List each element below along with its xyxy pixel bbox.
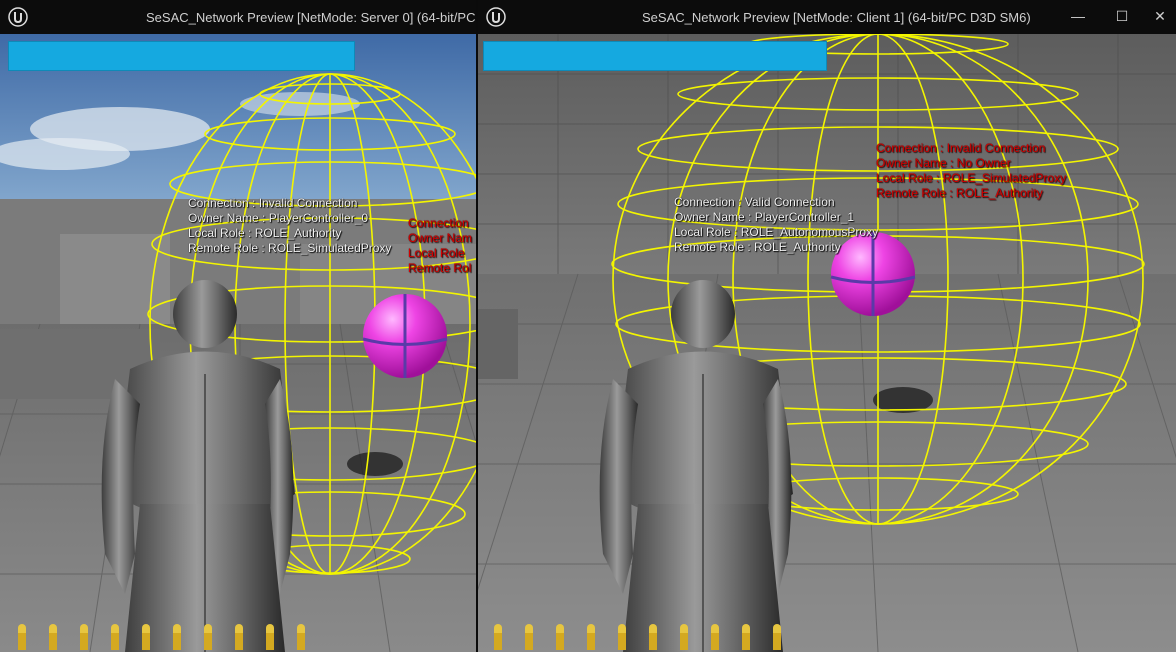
- debug-connection: Connection : Invalid Connection: [188, 196, 358, 210]
- bullet-icon: [586, 624, 596, 650]
- server-preview-window[interactable]: SeSAC_Network Preview [NetMode: Server 0…: [0, 0, 476, 652]
- bullet-icon: [141, 624, 151, 650]
- debug-remote-role: Remote Role : ROLE_Authority: [674, 240, 841, 254]
- bullet-icon: [772, 624, 782, 650]
- client-preview-window[interactable]: SeSAC_Network Preview [NetMode: Client 1…: [478, 0, 1176, 652]
- bullet-icon: [203, 624, 213, 650]
- bullet-icon: [493, 624, 503, 650]
- unreal-logo-icon: [8, 7, 28, 27]
- close-button[interactable]: ✕: [1148, 6, 1172, 26]
- debug-connection: Connection : Invalid Connection: [876, 141, 1046, 155]
- bullet-icon: [524, 624, 534, 650]
- debug-remote-role: Remote Rol: [408, 261, 472, 275]
- back-wall: [478, 34, 1176, 294]
- bullet-icon: [265, 624, 275, 650]
- bullet-icon: [741, 624, 751, 650]
- health-bar: [8, 41, 355, 71]
- window-title: SeSAC_Network Preview [NetMode: Server 0…: [146, 10, 476, 25]
- client-scene: [478, 34, 1176, 652]
- ball-shadow: [347, 452, 403, 476]
- bullet-icon: [48, 624, 58, 650]
- health-bar: [483, 41, 827, 71]
- bullet-icon: [617, 624, 627, 650]
- bullet-icon: [648, 624, 658, 650]
- debug-remote-role: Remote Role : ROLE_Authority: [876, 186, 1043, 200]
- bullet-icon: [110, 624, 120, 650]
- minimize-button[interactable]: —: [1066, 6, 1090, 26]
- bullet-icon: [234, 624, 244, 650]
- client-game-viewport[interactable]: Connection : Invalid Connection Owner Na…: [478, 34, 1176, 652]
- player-debug-info: Connection : Invalid Connection Owner Na…: [188, 196, 391, 256]
- debug-local-role: Local Role: [408, 246, 465, 260]
- debug-connection: Connection: [408, 216, 469, 230]
- debug-owner-name: Owner Name : No Owner: [876, 156, 1011, 170]
- window-title: SeSAC_Network Preview [NetMode: Client 1…: [642, 10, 1031, 25]
- server-title-bar[interactable]: SeSAC_Network Preview [NetMode: Server 0…: [0, 0, 476, 34]
- debug-local-role: Local Role : ROLE_SimulatedProxy: [876, 171, 1067, 185]
- ball-debug-info: Connection Owner Nam Local Role Remote R…: [408, 216, 472, 276]
- ball-debug-info: Connection : Invalid Connection Owner Na…: [876, 141, 1066, 201]
- ammo-indicator: [17, 624, 327, 650]
- ramp: [478, 309, 518, 379]
- bullet-icon: [296, 624, 306, 650]
- debug-owner-name: Owner Name : PlayerController_1: [674, 210, 855, 224]
- bullet-icon: [679, 624, 689, 650]
- debug-local-role: Local Role : ROLE_AutonomousProxy: [674, 225, 879, 239]
- debug-local-role: Local Role : ROLE_Authority: [188, 226, 342, 240]
- client-title-bar[interactable]: SeSAC_Network Preview [NetMode: Client 1…: [478, 0, 1176, 34]
- bullet-icon: [710, 624, 720, 650]
- bullet-icon: [17, 624, 27, 650]
- debug-remote-role: Remote Role : ROLE_SimulatedProxy: [188, 241, 392, 255]
- debug-connection: Connection : Valid Connection: [674, 195, 835, 209]
- unreal-logo-icon: [486, 7, 506, 27]
- server-scene: [0, 34, 476, 652]
- bullet-icon: [172, 624, 182, 650]
- pink-ball: [362, 294, 448, 378]
- server-game-viewport[interactable]: Connection : Invalid Connection Owner Na…: [0, 34, 476, 652]
- ammo-indicator: [493, 624, 803, 650]
- debug-owner-name: Owner Name : PlayerController_0: [188, 211, 369, 225]
- bullet-icon: [555, 624, 565, 650]
- player-debug-info: Connection : Valid Connection Owner Name…: [674, 195, 878, 255]
- debug-owner-name: Owner Nam: [408, 231, 473, 245]
- maximize-button[interactable]: ☐: [1110, 6, 1134, 26]
- floor: [478, 274, 1176, 652]
- bullet-icon: [79, 624, 89, 650]
